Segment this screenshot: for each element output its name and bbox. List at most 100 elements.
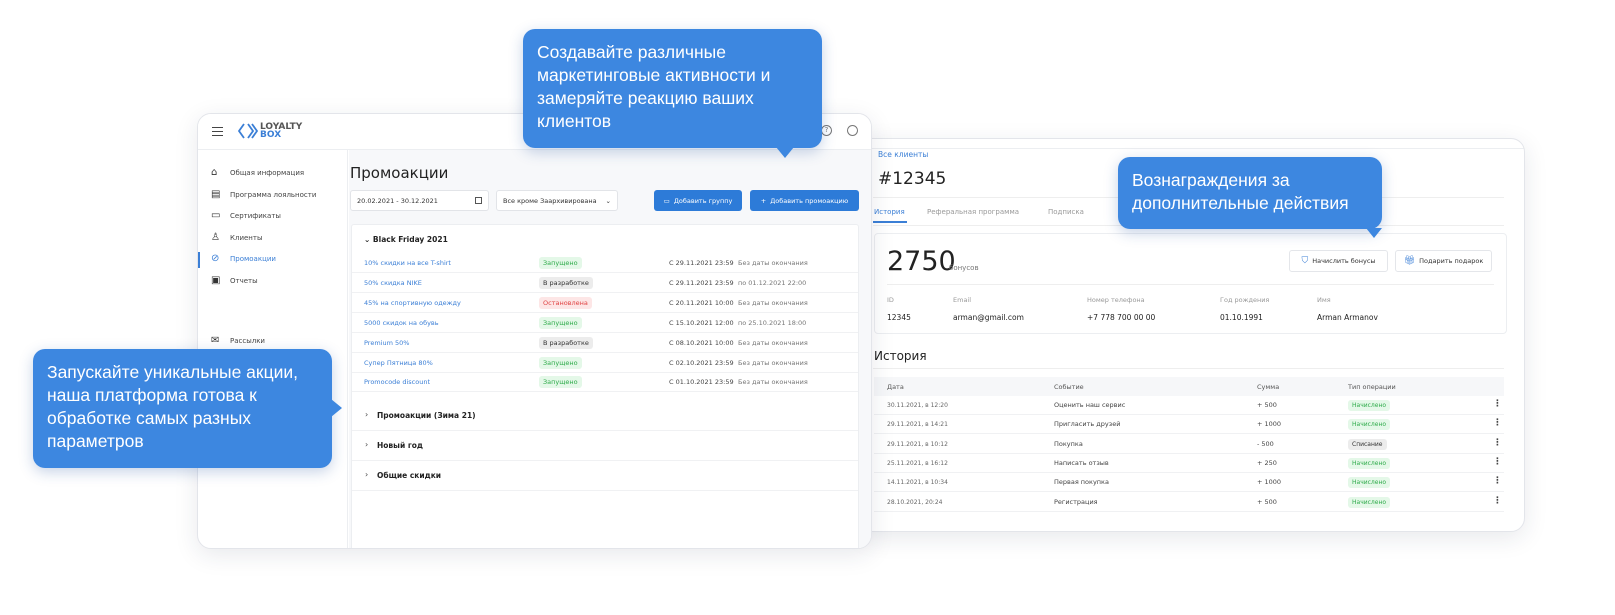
gift-button[interactable]: 🎁︎ Подарить подарок [1395,250,1492,272]
promo-name-link[interactable]: 5000 скидок на обувь [364,319,439,327]
info-label: Email [953,296,972,304]
history-event: Регистрация [1054,497,1098,506]
info-value: Arman Armanov [1317,313,1378,322]
promo-name-link[interactable]: Promocode discount [364,378,430,386]
promo-window: LOYALTY BOX ? ⌂ Общая информация ▤ Програ… [197,113,872,549]
chevron-right-icon: › [365,440,369,449]
chevron-down-icon: ⌄ [605,196,611,205]
promo-end: по 25.10.2021 18:00 [738,318,807,327]
add-promo-button[interactable]: + Добавить промоакцию [750,190,859,211]
more-options-icon[interactable]: ⋮ [1493,399,1502,409]
chevron-right-icon: › [365,410,369,419]
client-card: 2750 бонусов ⛉ Начислить бонусы 🎁︎ Подарит… [874,233,1507,334]
add-group-button[interactable]: ▭ Добавить группу [654,190,742,211]
add-promo-label: Добавить промоакцию [770,196,849,205]
promo-name-link[interactable]: Premium 50% [364,339,409,347]
more-options-icon[interactable]: ⋮ [1493,457,1502,467]
status-badge: В разработке [539,336,593,349]
promo-row: Premium 50% В разработке С 08.10.2021 10… [352,333,858,353]
history-row: 28.10.2021, 20:24 Регистрация + 500 Начи… [874,493,1504,512]
sidebar-item-5[interactable]: ▣ Отчеты [198,274,348,290]
history-sum: + 1000 [1257,478,1282,487]
help-icon[interactable]: ? [821,125,832,136]
history-event: Покупка [1054,439,1083,448]
date-range-input[interactable]: 20.02.2021 - 30.12.2021 [350,190,489,211]
status-badge: Остановлена [539,296,592,309]
history-event: Написать отзыв [1054,458,1109,467]
chevron-right-icon: › [365,470,369,479]
history-title: История [874,349,927,363]
promo-row: 50% скидка NIKE В разработке С 29.11.202… [352,273,858,293]
operation-type-badge: Списание [1348,438,1387,450]
gift-label: Подарить подарок [1419,257,1484,265]
sidebar-item-label: Программа лояльности [230,190,317,199]
group-label: Новый год [377,441,423,450]
calendar-icon [475,197,482,204]
status-badge: Запущено [539,316,582,329]
column-header: Тип операции [1348,383,1396,391]
plus-icon: + [760,196,767,205]
promo-start: С 15.10.2021 12:00 [669,318,734,327]
more-options-icon[interactable]: ⋮ [1493,476,1502,486]
logo-text-2: BOX [260,130,282,140]
promo-name-link[interactable]: 50% скидка NIKE [364,279,422,287]
sidebar-item-0[interactable]: ⌂ Общая информация [198,166,348,182]
home-icon: ⌂ [211,167,218,178]
more-options-icon[interactable]: ⋮ [1493,438,1502,448]
folder-icon: ▭ [663,196,670,205]
promo-start: С 01.10.2021 23:59 [669,378,734,387]
tab-referral[interactable]: Реферальная программа [927,208,1019,216]
operation-type-badge: Начислено [1348,477,1391,489]
sidebar-item-1[interactable]: ▤ Программа лояльности [198,188,348,204]
report-icon: ▣ [211,275,221,286]
operation-type-badge: Начислено [1348,400,1391,411]
breadcrumb-all-clients[interactable]: Все клиенты [878,150,928,159]
promo-group[interactable]: › Новый год [352,431,858,461]
promo-group[interactable]: › Общие скидки [352,461,858,491]
history-sum: + 1000 [1257,420,1282,429]
history-row: 29.11.2021, в 10:12 Покупка - 500 Списан… [874,435,1504,454]
tab-history[interactable]: История [874,208,905,216]
gift-icon: 🎁︎ [1403,256,1416,266]
info-value: 12345 [887,313,911,322]
status-badge: В разработке [539,276,593,289]
promo-row: Супер Пятница 80% Запущено С 02.10.2021 … [352,353,858,373]
content-area: Промоакции 20.02.2021 - 30.12.2021 Все к… [349,150,871,548]
status-filter-select[interactable]: Все кроме Заархивирована ⌄ [496,190,618,211]
promo-end: Без даты окончания [738,259,808,267]
logo-icon [238,123,258,139]
history-event: Оценить наш сервис [1054,401,1126,409]
accrue-bonus-button[interactable]: ⛉ Начислить бонусы [1289,250,1388,272]
promo-name-link[interactable]: 10% скидки на все T-shirt [364,259,451,267]
group-label: Black Friday 2021 [372,235,448,244]
promo-group[interactable]: › Промоакции (Зима 21) [352,401,858,431]
info-value: arman@gmail.com [953,313,1024,322]
user-icon: ♙ [211,231,220,243]
sidebar-item-6[interactable]: ✉ Рассылки [198,334,348,350]
callout-tail [776,147,794,158]
promo-name-link[interactable]: Супер Пятница 80% [364,359,433,367]
promo-end: Без даты окончания [738,338,808,347]
status-badge: Запущено [539,257,582,269]
sidebar-item-2[interactable]: ▭ Сертификаты [198,209,348,225]
promo-row: 5000 скидок на обувь Запущено С 15.10.20… [352,313,858,333]
history-date: 29.11.2021, в 14:21 [887,421,948,429]
sidebar-item-3[interactable]: ♙ Клиенты [198,231,348,247]
history-table: Дата Событие Сумма Тип операции 30.11.2021,… [874,377,1504,517]
tab-subscription[interactable]: Подписка [1048,208,1084,216]
promo-name-link[interactable]: 45% на спортивную одежду [364,299,461,307]
chevron-down-icon: ⌄ [364,235,373,244]
sidebar-item-label: Сертификаты [230,212,281,221]
sidebar-item-label: Рассылки [230,337,265,345]
hamburger-menu-icon[interactable] [212,127,223,136]
group-black-friday[interactable]: ⌄ Black Friday 2021 [364,235,448,244]
callout-rewards-text: Вознаграждения за дополнительные действи… [1132,170,1349,213]
status-badge: Запущено [539,356,582,369]
promo-start: С 29.11.2021 23:59 [669,278,734,287]
history-row: 30.11.2021, в 12:20 Оценить наш сервис +… [874,396,1504,415]
profile-icon[interactable] [847,125,858,136]
more-options-icon[interactable]: ⋮ [1493,418,1502,428]
callout-marketing: Создавайте различные маркетинговые актив… [523,29,822,148]
sidebar-item-4[interactable]: ⊘ Промоакции [198,252,348,269]
more-options-icon[interactable]: ⋮ [1493,496,1502,506]
